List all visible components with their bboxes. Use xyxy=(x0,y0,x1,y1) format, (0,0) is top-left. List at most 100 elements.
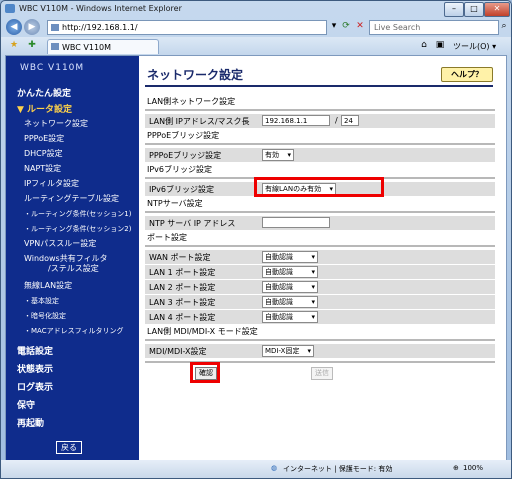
address-text: http://192.168.1.1/ xyxy=(62,23,138,32)
sidebar-item-ip-filter[interactable]: IPフィルタ設定 xyxy=(24,178,79,189)
mask-slash: / xyxy=(335,116,338,125)
port-row-lan3: LAN 3 ポート設定 自動認識 xyxy=(145,295,495,309)
divider xyxy=(145,211,495,213)
forward-arrow-icon[interactable]: ▶ xyxy=(24,19,40,35)
sidebar-item-maintenance[interactable]: 保守 xyxy=(17,398,35,411)
back-arrow-icon[interactable]: ◀ xyxy=(6,19,22,35)
address-bar-row: ◀ ▶ http://192.168.1.1/ ▾ ⟳ ✕ Live Searc… xyxy=(1,17,511,37)
home-icon[interactable]: ⌂ xyxy=(417,39,431,52)
port-row-lan4: LAN 4 ポート設定 自動認識 xyxy=(145,310,495,324)
sidebar-item-phone[interactable]: 電話設定 xyxy=(17,344,53,357)
sidebar-item-quick-setup[interactable]: かんたん設定 xyxy=(17,86,71,99)
divider xyxy=(145,245,495,247)
minimize-button[interactable]: – xyxy=(444,2,464,17)
sidebar-item-wireless-encryption[interactable]: ・暗号化設定 xyxy=(24,311,66,321)
port-select-lan4[interactable]: 自動認識 xyxy=(262,311,318,323)
security-zone: インターネット | 保護モード: 有効 xyxy=(283,465,393,473)
sidebar-item-routing-session1[interactable]: ・ルーティング条件(セッション1) xyxy=(24,209,132,219)
back-button[interactable]: 戻る xyxy=(56,441,82,454)
sidebar-item-pppoe[interactable]: PPPoE設定 xyxy=(24,133,64,144)
search-icon[interactable]: ⌕ xyxy=(497,20,511,33)
stop-icon[interactable]: ✕ xyxy=(353,20,367,33)
zoom-level[interactable]: 100% xyxy=(463,464,483,472)
zoom-icon[interactable]: ⊕ xyxy=(453,464,459,472)
port-label: LAN 3 ポート設定 xyxy=(149,298,216,307)
sidebar-logo: WBC V110M xyxy=(20,63,85,73)
favorites-star-icon[interactable]: ★ xyxy=(7,39,21,52)
tab-bar: ★ ✚ WBC V110M ⌂ ▣ ツール(O) ▾ xyxy=(1,37,511,55)
port-section-heading: ポート設定 xyxy=(147,233,187,242)
status-bar: ◍ インターネット | 保護モード: 有効 ⊕ 100% xyxy=(1,460,511,478)
main-panel: ネットワーク設定 ヘルプ？ LAN側ネットワーク設定 LAN側 IPアドレス/マ… xyxy=(139,56,506,460)
mdi-select[interactable]: MDI-X固定 xyxy=(262,345,314,357)
tools-menu[interactable]: ツール(O) ▾ xyxy=(453,41,496,52)
sidebar: WBC V110M かんたん設定 ▼ ルータ設定 ネットワーク設定 PPPoE設… xyxy=(6,56,139,460)
sidebar-item-dhcp[interactable]: DHCP設定 xyxy=(24,148,63,159)
sidebar-item-napt[interactable]: NAPT設定 xyxy=(24,163,61,174)
port-row-wan: WAN ポート設定 自動認識 xyxy=(145,250,495,264)
lan-section-heading: LAN側ネットワーク設定 xyxy=(147,97,236,106)
port-select-lan3[interactable]: 自動認識 xyxy=(262,296,318,308)
ipv6-bridge-section-heading: IPv6ブリッジ設定 xyxy=(147,165,213,174)
mdi-label: MDI/MDI-X設定 xyxy=(149,347,207,356)
pppoe-bridge-label: PPPoEブリッジ設定 xyxy=(149,151,222,160)
page-icon xyxy=(51,24,59,31)
ntp-row: NTP サーバ IP アドレス xyxy=(145,216,495,230)
port-select-lan1[interactable]: 自動認識 xyxy=(262,266,318,278)
tab-wbc[interactable]: WBC V110M xyxy=(47,39,159,54)
sidebar-item-wireless-basic[interactable]: ・基本設定 xyxy=(24,296,59,306)
sidebar-item-reboot[interactable]: 再起動 xyxy=(17,416,44,429)
sidebar-item-status[interactable]: 状態表示 xyxy=(17,362,53,375)
port-label: LAN 4 ポート設定 xyxy=(149,313,216,322)
highlight-box-confirm xyxy=(190,362,220,383)
sidebar-item-mac-filter[interactable]: ・MACアドレスフィルタリング xyxy=(24,326,123,336)
refresh-icon[interactable]: ⟳ xyxy=(339,20,353,33)
ntp-label: NTP サーバ IP アドレス xyxy=(149,219,236,228)
divider xyxy=(145,339,495,341)
sidebar-item-vpn-passthrough[interactable]: VPNパススルー設定 xyxy=(24,238,96,249)
highlight-box-ipv6 xyxy=(254,177,384,197)
window-title: WBC V110M - Windows Internet Explorer xyxy=(19,4,182,13)
ntp-field[interactable] xyxy=(262,217,330,228)
port-row-lan2: LAN 2 ポート設定 自動認識 xyxy=(145,280,495,294)
mdi-row: MDI/MDI-X設定 MDI-X固定 xyxy=(145,344,495,358)
sidebar-item-wireless-lan[interactable]: 無線LAN設定 xyxy=(24,280,72,291)
sidebar-item-log[interactable]: ログ表示 xyxy=(17,380,53,393)
feeds-icon[interactable]: ▣ xyxy=(433,39,447,52)
send-button[interactable]: 送信 xyxy=(311,367,333,380)
mdi-section-heading: LAN側 MDI/MDI-X モード設定 xyxy=(147,327,258,336)
lan-mask-field[interactable]: 24 xyxy=(341,115,359,126)
sidebar-item-router-settings[interactable]: ▼ ルータ設定 xyxy=(17,102,72,115)
port-label: LAN 1 ポート設定 xyxy=(149,268,216,277)
tab-label: WBC V110M xyxy=(62,43,112,52)
close-button[interactable]: ✕ xyxy=(484,2,510,17)
sidebar-item-stealth[interactable]: /ステルス設定 xyxy=(48,263,99,274)
page-icon xyxy=(51,43,59,50)
divider xyxy=(145,109,495,111)
address-input[interactable]: http://192.168.1.1/ xyxy=(47,20,327,35)
pppoe-bridge-row: PPPoEブリッジ設定 有効 xyxy=(145,148,495,162)
lan-ip-field[interactable]: 192.168.1.1 xyxy=(262,115,330,126)
ipv6-bridge-label: IPv6ブリッジ設定 xyxy=(149,185,215,194)
sidebar-item-routing-table[interactable]: ルーティングテーブル設定 xyxy=(24,193,119,204)
globe-icon: ◍ xyxy=(271,464,278,472)
port-select-wan[interactable]: 自動認識 xyxy=(262,251,318,263)
title-underline xyxy=(145,85,493,87)
port-select-lan2[interactable]: 自動認識 xyxy=(262,281,318,293)
lan-ip-row: LAN側 IPアドレス/マスク長 192.168.1.1 / 24 xyxy=(145,114,495,128)
page-content: WBC V110M かんたん設定 ▼ ルータ設定 ネットワーク設定 PPPoE設… xyxy=(5,55,507,461)
sidebar-item-network[interactable]: ネットワーク設定 xyxy=(24,118,88,129)
search-input[interactable]: Live Search xyxy=(369,20,499,35)
ie-icon xyxy=(5,4,15,13)
divider xyxy=(145,143,495,145)
pppoe-bridge-select[interactable]: 有効 xyxy=(262,149,294,161)
help-button[interactable]: ヘルプ？ xyxy=(441,67,493,82)
port-label: WAN ポート設定 xyxy=(149,253,211,262)
search-placeholder: Live Search xyxy=(374,23,421,32)
lan-ip-label: LAN側 IPアドレス/マスク長 xyxy=(149,117,250,126)
maximize-button[interactable]: □ xyxy=(464,2,484,17)
sidebar-item-routing-session2[interactable]: ・ルーティング条件(セッション2) xyxy=(24,224,132,234)
add-favorite-icon[interactable]: ✚ xyxy=(25,39,39,52)
pppoe-bridge-section-heading: PPPoEブリッジ設定 xyxy=(147,131,220,140)
browser-window: WBC V110M - Windows Internet Explorer – … xyxy=(0,0,512,479)
